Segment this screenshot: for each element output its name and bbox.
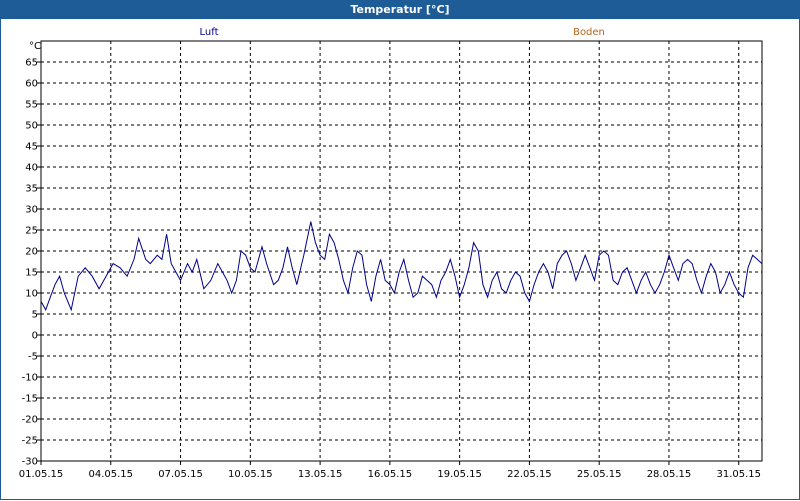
temperature-chart: 65605550454035302520151050-5-10-15-20-25…: [19, 27, 763, 480]
y-tick-label: 35: [25, 184, 38, 195]
x-tick-label: 04.05.15: [89, 469, 134, 480]
series-line-luft: [40, 221, 763, 312]
y-tick-label: 25: [25, 226, 38, 237]
legend-entry-boden: Boden: [573, 27, 605, 38]
x-tick-label: 22.05.15: [507, 469, 552, 480]
y-tick-label: -5: [28, 352, 38, 363]
chart-window: Temperatur [°C] 65 60 55 50 45 40 35 30 25 20 15 10…: [0, 0, 800, 500]
x-tick-label: 25.05.15: [577, 469, 622, 480]
y-tick-label: 10: [25, 289, 38, 300]
x-tick-label: 28.05.15: [647, 469, 692, 480]
y-tick-label: 40: [25, 163, 38, 174]
y-tick-label: 30: [25, 205, 38, 216]
legend: Luft Boden: [200, 27, 605, 38]
y-tick-label: 65: [25, 58, 38, 69]
x-tick-label: 10.05.15: [228, 469, 273, 480]
x-tick-label: 07.05.15: [158, 469, 203, 480]
y-tick-label: 0: [32, 331, 38, 342]
x-tick-label: 13.05.15: [298, 469, 343, 480]
y-tick-label: 60: [25, 79, 38, 90]
y-tick-label: 5: [32, 310, 38, 321]
x-tick-labels: 01.05.15 04.05.15 07.05.15 10.05.15 13.05.15…: [19, 469, 761, 480]
series-lines: [40, 221, 763, 312]
legend-entry-luft: Luft: [200, 27, 219, 38]
y-tick-label: 55: [25, 100, 38, 111]
y-tick-label: -25: [22, 436, 38, 447]
x-tick-label: 01.05.15: [19, 469, 64, 480]
y-tick-label: -10: [22, 373, 38, 384]
y-tick-label: -15: [22, 394, 38, 405]
x-tick-label: 16.05.15: [368, 469, 413, 480]
y-axis-unit-label: °C: [29, 41, 41, 52]
y-tick-label: 20: [25, 247, 38, 258]
axes: [37, 40, 763, 465]
y-tick-label: -30: [22, 457, 38, 468]
x-tick-label: 31.05.15: [716, 469, 761, 480]
y-tick-label: 15: [25, 268, 38, 279]
y-tick-labels: 65605550454035302520151050-5-10-15-20-25…: [22, 58, 38, 468]
y-tick-label: 50: [25, 121, 38, 132]
y-tick-label: -20: [22, 415, 38, 426]
x-tick-label: 19.05.15: [437, 469, 482, 480]
grid-lines: [41, 41, 762, 462]
y-tick-label: 45: [25, 142, 38, 153]
